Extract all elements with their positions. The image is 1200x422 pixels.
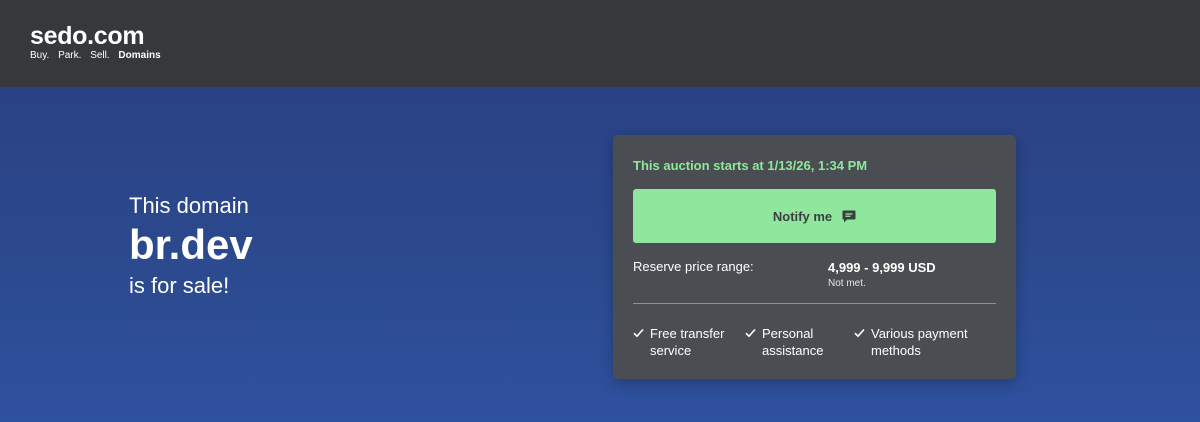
reserve-price-label: Reserve price range: [633,259,754,274]
top-navigation-bar: sedo.com Buy. Park. Sell. Domains [0,0,1200,87]
feature-label: Various payment methods [871,325,968,359]
chat-bubble-icon [842,210,856,223]
feature-line: Free transfer [650,326,725,341]
logo-tagline: Buy. Park. Sell. Domains [30,50,161,62]
headline-post: is for sale! [129,273,230,298]
check-icon [633,328,644,338]
feature-item-assistance: Personal assistance [745,325,855,359]
notify-me-label: Notify me [772,208,833,224]
tagline-domains: Domains [118,50,161,61]
feature-line: assistance [762,343,824,358]
feature-item-payment: Various payment methods [854,325,994,359]
auction-start-note: This auction starts at 1/13/26, 1:34 PM [633,158,868,173]
feature-line: service [650,343,692,358]
sale-headline: This domain br.dev is for sale! [129,192,253,300]
headline-pre: This domain [129,193,249,218]
tagline-sell: Sell. [90,50,110,61]
reserve-status: Not met. [828,278,866,289]
feature-label: Personal assistance [762,325,823,359]
hero-section: This domain br.dev is for sale! This auc… [0,87,1200,422]
sedo-logo[interactable]: sedo.com Buy. Park. Sell. Domains [30,23,161,62]
notify-me-button[interactable]: Notify me [633,189,996,243]
check-icon [745,328,756,338]
tagline-buy: Buy. [30,50,50,61]
tagline-park: Park. [58,50,82,61]
auction-card: This auction starts at 1/13/26, 1:34 PM … [613,135,1016,379]
card-divider [633,303,996,304]
feature-line: Personal [762,326,814,341]
feature-label: Free transfer service [650,325,724,359]
reserve-price-value: 4,999 - 9,999 USD [828,260,936,275]
feature-item-transfer: Free transfer service [633,325,743,359]
check-icon [854,328,865,338]
domain-name: br.dev [129,221,253,268]
feature-line: methods [871,343,921,358]
logo-wordmark: sedo.com [30,22,145,50]
feature-line: Various payment [871,326,968,341]
